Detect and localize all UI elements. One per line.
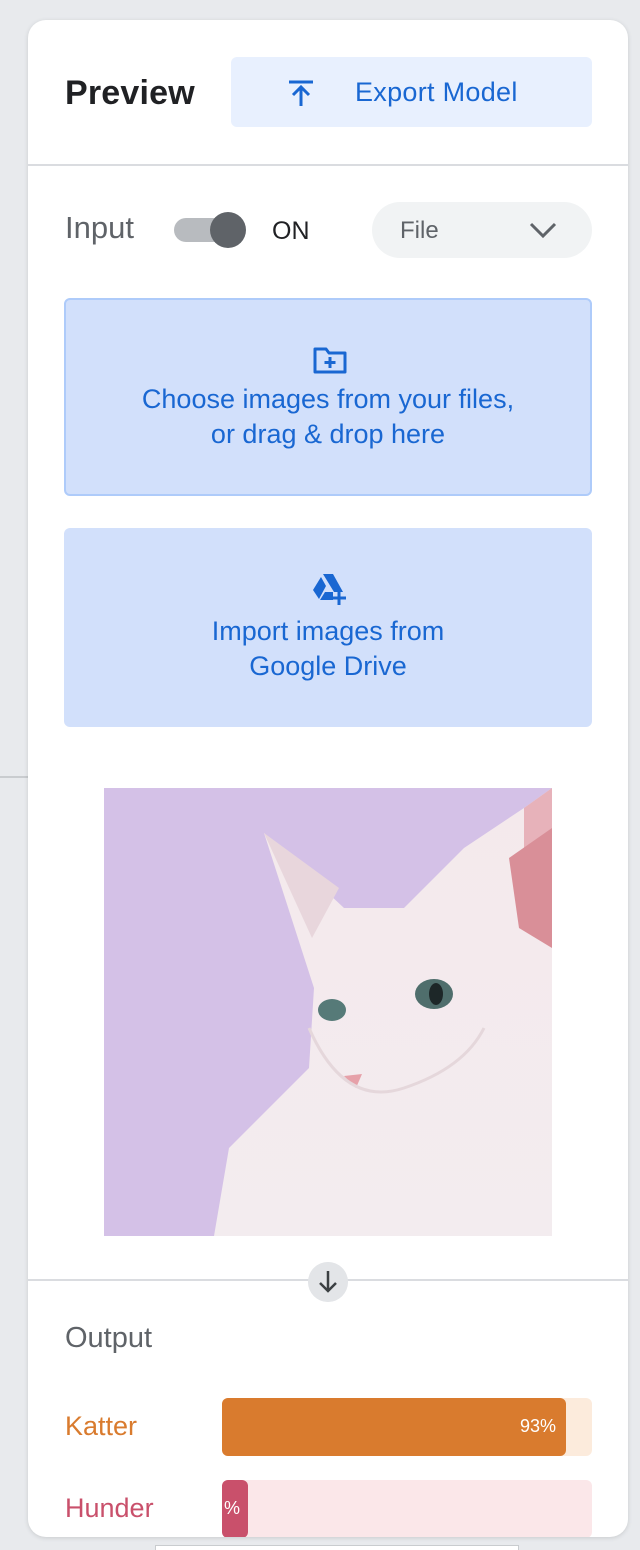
input-section-label: Input [65, 210, 134, 245]
page-title: Preview [65, 74, 195, 112]
file-drop-line-2: or drag & drop here [210, 419, 446, 449]
class-label: Katter [65, 1411, 138, 1441]
class-label: Hunder [65, 1493, 154, 1523]
upload-icon [289, 80, 313, 106]
google-drive-import[interactable]: Import images from Google Drive [64, 528, 592, 727]
class-percent: 93% [519, 1416, 556, 1436]
file-drop-line-1: Choose images from your files, [141, 384, 515, 414]
output-section-label: Output [65, 1322, 153, 1354]
input-source-select[interactable]: File [372, 202, 592, 258]
input-source-value: File [400, 217, 439, 244]
input-preview-image [104, 788, 552, 1236]
page: Preview Export Model Input ON File Choos… [0, 0, 640, 1550]
file-drop-zone[interactable]: Choose images from your files, or drag &… [64, 298, 592, 496]
bottom-panel-edge [155, 1545, 519, 1550]
input-toggle[interactable] [174, 210, 248, 250]
chevron-down-icon [529, 222, 557, 239]
folder-plus-icon [313, 347, 347, 374]
file-drop-text: Choose images from your files, or drag &… [66, 382, 590, 452]
drive-import-line-1: Import images from [211, 616, 445, 646]
panel-header: Preview Export Model [28, 20, 628, 166]
background-divider [0, 776, 28, 778]
drive-import-text: Import images from Google Drive [64, 614, 592, 684]
toggle-state-label: ON [272, 217, 310, 245]
arrow-down-icon [308, 1262, 348, 1302]
class-bar-fill [222, 1398, 566, 1456]
drive-import-line-2: Google Drive [249, 651, 407, 681]
class-percent: % [224, 1498, 241, 1518]
class-bar-track: 93% [222, 1398, 592, 1456]
toggle-knob [210, 212, 246, 248]
export-model-label: Export Model [355, 77, 518, 107]
drive-add-icon [313, 574, 346, 605]
preview-panel: Preview Export Model Input ON File Choos… [28, 20, 628, 1537]
export-model-button[interactable]: Export Model [231, 57, 592, 127]
class-bar-track: % [222, 1480, 592, 1537]
